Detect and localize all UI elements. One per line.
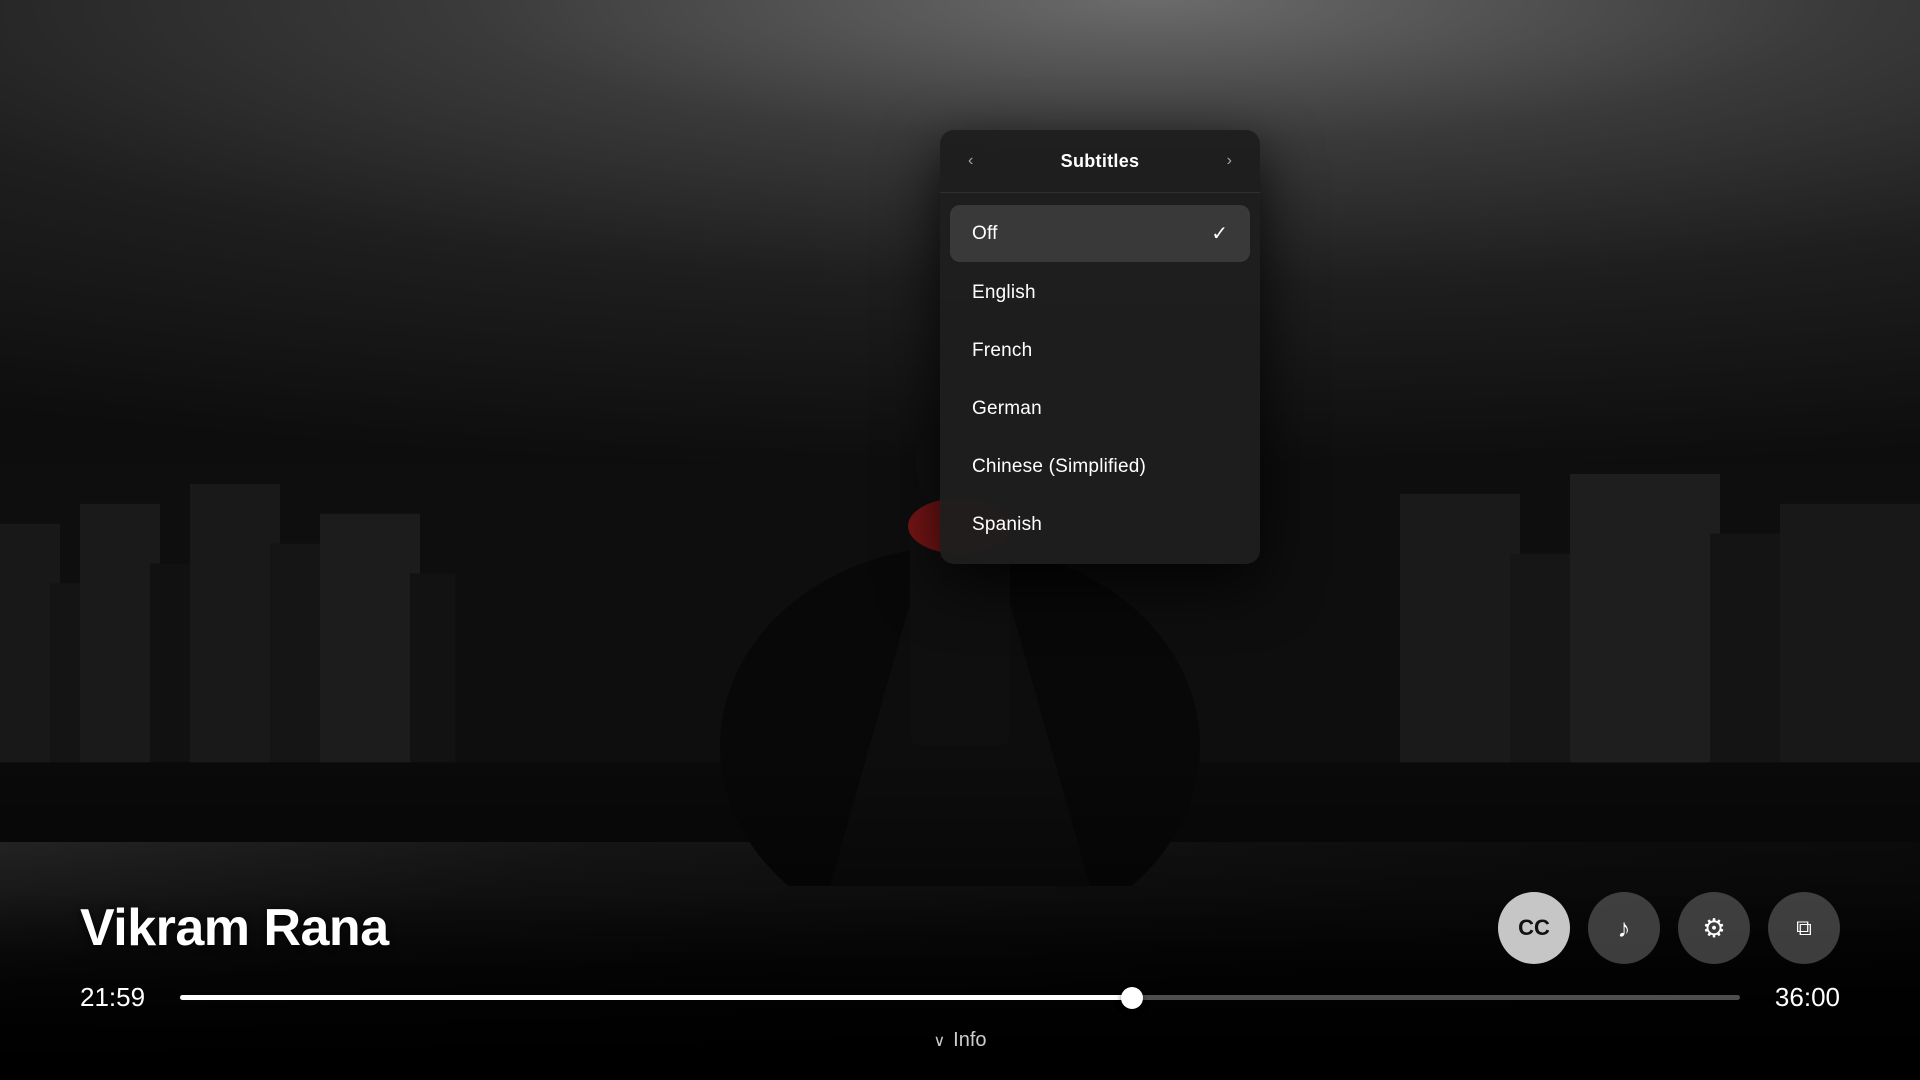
subtitle-label-french: French [972, 340, 1032, 362]
chevron-down-icon: ∨ [933, 1031, 945, 1051]
cc-icon: CC [1518, 915, 1550, 941]
gear-icon: ⚙ [1702, 913, 1725, 944]
subtitle-item-english[interactable]: English [950, 266, 1250, 320]
pip-button[interactable]: ⧉ [1768, 892, 1840, 964]
current-time: 21:59 [80, 982, 160, 1013]
subtitle-label-off: Off [972, 223, 998, 245]
subtitles-next-arrow[interactable]: › [1219, 148, 1240, 174]
subtitle-item-chinese-simplified[interactable]: Chinese (Simplified) [950, 440, 1250, 494]
subtitles-panel: ‹ Subtitles › Off ✓ English French Germa… [940, 130, 1260, 564]
progress-thumb[interactable] [1121, 987, 1143, 1009]
subtitles-list: Off ✓ English French German Chinese (Sim… [940, 193, 1260, 564]
control-buttons-group: CC ♪ ⚙ ⧉ [1498, 892, 1840, 964]
music-note-icon: ♪ [1618, 913, 1631, 944]
subtitles-prev-arrow[interactable]: ‹ [960, 148, 981, 174]
pip-icon: ⧉ [1796, 915, 1812, 941]
title-controls-row: Vikram Rana CC ♪ ⚙ ⧉ [80, 892, 1840, 964]
subtitles-title: Subtitles [1061, 151, 1140, 172]
subtitle-item-spanish[interactable]: Spanish [950, 498, 1250, 552]
subtitles-header: ‹ Subtitles › [940, 130, 1260, 193]
subtitle-label-german: German [972, 398, 1042, 420]
settings-button[interactable]: ⚙ [1678, 892, 1750, 964]
subtitle-item-french[interactable]: French [950, 324, 1250, 378]
progress-fill [180, 995, 1132, 1000]
subtitle-label-spanish: Spanish [972, 514, 1042, 536]
subtitle-label-chinese-simplified: Chinese (Simplified) [972, 456, 1146, 478]
subtitles-button[interactable]: CC [1498, 892, 1570, 964]
subtitle-label-english: English [972, 282, 1036, 304]
player-controls-overlay: Vikram Rana CC ♪ ⚙ ⧉ 21:59 36 [0, 892, 1920, 1080]
check-icon-off: ✓ [1211, 221, 1228, 246]
subtitle-item-off[interactable]: Off ✓ [950, 205, 1250, 262]
audio-button[interactable]: ♪ [1588, 892, 1660, 964]
info-row: ∨ Info [80, 1029, 1840, 1060]
movie-title: Vikram Rana [80, 898, 389, 958]
info-label[interactable]: Info [953, 1029, 986, 1052]
subtitle-item-german[interactable]: German [950, 382, 1250, 436]
progress-container: 21:59 36:00 [80, 982, 1840, 1013]
progress-track[interactable] [180, 995, 1740, 1000]
end-time: 36:00 [1760, 982, 1840, 1013]
